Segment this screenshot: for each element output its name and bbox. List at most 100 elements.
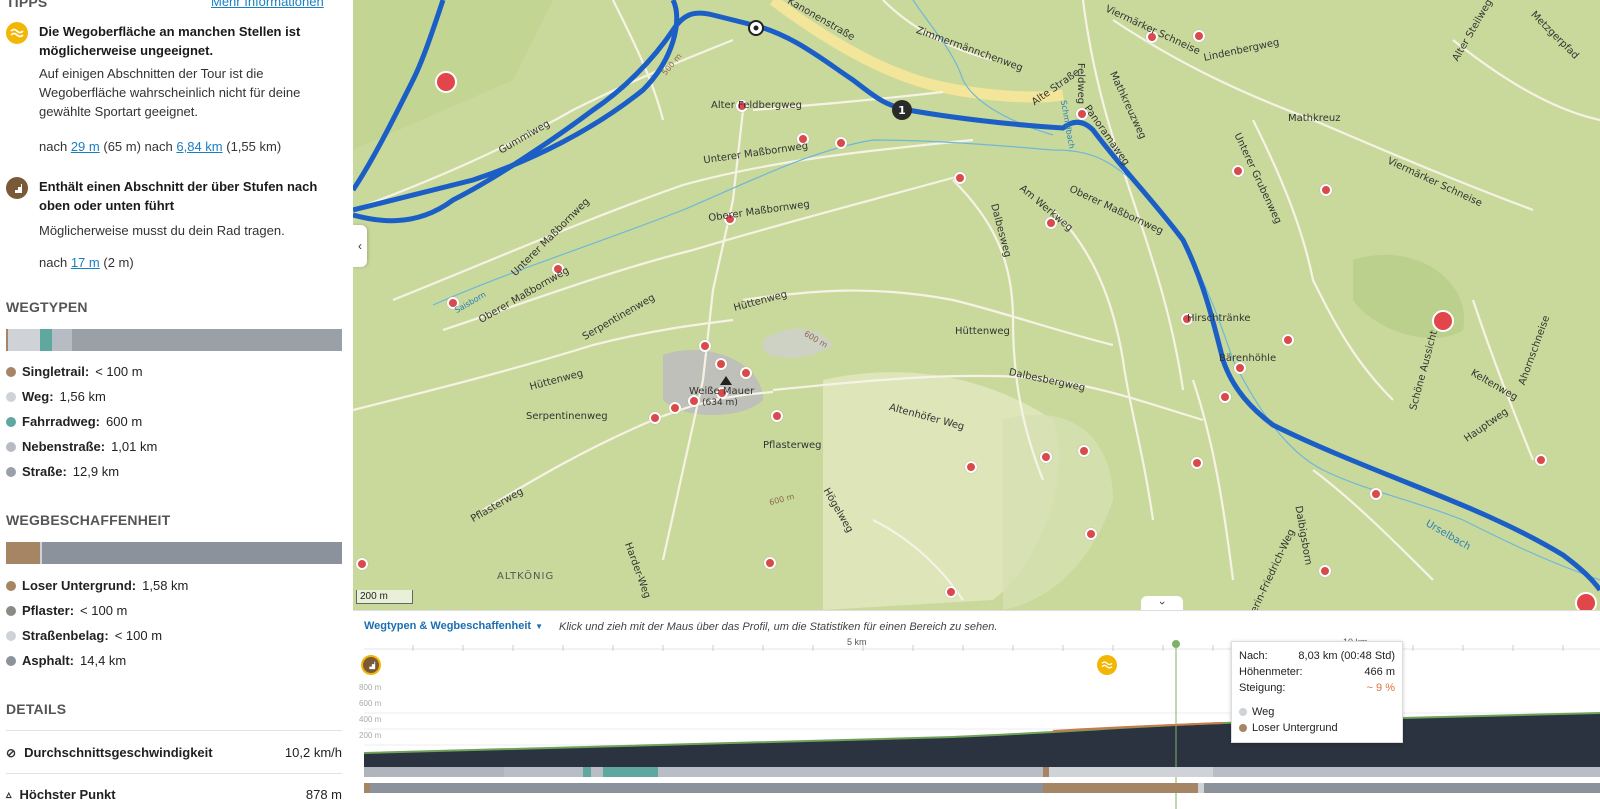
wegbeschaffenheit-bar — [6, 542, 342, 564]
surface-value: < 100 m — [114, 628, 163, 643]
surface-loser-untergrund: Loser Untergrund: 1,58 km — [6, 578, 188, 593]
map-canvas[interactable]: 1 — [353, 0, 1600, 610]
poi-marker[interactable] — [1370, 488, 1382, 500]
profile-tooltip: Nach: 8,03 km (00:48 Std) Höhenmeter: 466 … — [1231, 641, 1403, 743]
tip1-locations: nach 29 m (65 m) nach 6,84 km (1,55 km) — [39, 137, 281, 156]
poi-marker[interactable] — [715, 358, 727, 370]
wegtyp-dot — [6, 391, 16, 402]
wegtyp-value: < 100 m — [95, 364, 143, 379]
map-label: Bärenhöhle — [1219, 353, 1277, 364]
wegbeschaffenheit-bar-loser — [6, 542, 40, 564]
sidebar: TIPPS Mehr Informationen Die Wegoberfläc… — [0, 0, 353, 808]
wegtyp-label: Fahrradweg: — [22, 414, 101, 429]
surface-warning-marker-icon[interactable] — [1097, 655, 1117, 675]
poi-marker[interactable] — [1535, 454, 1547, 466]
map-label: Pflasterweg — [763, 440, 822, 451]
poi-marker[interactable] — [1078, 445, 1090, 457]
poi-marker[interactable] — [649, 412, 661, 424]
km-label-5: 5 km — [847, 637, 867, 647]
elevation-profile[interactable]: Wegtypen & Wegbeschaffenheit ▼ Klick und… — [353, 610, 1600, 809]
tip1-after1-link[interactable]: 29 m — [71, 139, 100, 154]
caret-down-icon: ▼ — [535, 621, 543, 631]
high-value: 878 m — [305, 787, 342, 802]
tip1-after2-prefix: nach — [144, 139, 173, 154]
poi-marker[interactable] — [1319, 565, 1331, 577]
poi-marker[interactable] — [965, 461, 977, 473]
poi-marker[interactable] — [1040, 451, 1052, 463]
poi-marker[interactable] — [764, 557, 776, 569]
poi-marker[interactable] — [771, 410, 783, 422]
more-info-link[interactable]: Mehr Informationen — [211, 0, 324, 9]
tip1-after2-link[interactable]: 6,84 km — [176, 139, 222, 154]
poi-marker[interactable] — [1282, 334, 1294, 346]
details-header: DETAILS — [6, 701, 67, 717]
wegtyp-fahrradweg: Fahrradweg: 600 m — [6, 414, 142, 429]
surface-label: Pflaster: — [22, 603, 75, 618]
collapse-profile-button[interactable]: › — [1141, 596, 1183, 610]
tooltip-legend-loser: Loser Untergrund — [1239, 720, 1395, 736]
surface-value: < 100 m — [80, 603, 128, 618]
divider — [6, 773, 342, 774]
wegbeschaffenheit-bar-strassenbelag — [40, 542, 42, 564]
surface-dot — [6, 605, 16, 616]
speed-icon: ⊘ — [6, 745, 17, 760]
tooltip-legend-weg: Weg — [1239, 704, 1395, 720]
poi-marker[interactable] — [835, 137, 847, 149]
tip2-locations: nach 17 m (2 m) — [39, 253, 134, 272]
map-label: Alter Feldbergweg — [711, 100, 802, 111]
wegbeschaffenheit-header: WEGBESCHAFFENHEIT — [6, 512, 171, 528]
tip2-after-link[interactable]: 17 m — [71, 255, 100, 270]
wegtypen-bar — [6, 329, 342, 351]
wegtyp-label: Singletrail: — [22, 364, 90, 379]
tooltip-legend-label: Loser Untergrund — [1252, 722, 1338, 734]
poi-marker[interactable] — [740, 367, 752, 379]
poi-marker[interactable] — [1219, 391, 1231, 403]
tip2-text: Möglicherweise musst du dein Rad tragen. — [39, 223, 285, 238]
poi-marker[interactable] — [1193, 30, 1205, 42]
tooltip-row-distance: Nach: 8,03 km (00:48 Std) — [1239, 648, 1395, 664]
map[interactable]: 1 Kanonenstraße Zimmermännchenweg Alter … — [353, 0, 1600, 610]
tip1-after1-prefix: nach — [39, 139, 68, 154]
poi-marker[interactable] — [1320, 184, 1332, 196]
wegtyp-value: 600 m — [106, 414, 143, 429]
poi-marker[interactable] — [699, 340, 711, 352]
wegtyp-strasse: Straße: 12,9 km — [6, 464, 119, 479]
collapse-sidebar-button[interactable]: ‹ — [353, 225, 367, 267]
wegtyp-dot — [6, 466, 16, 477]
poi-marker[interactable] — [1085, 528, 1097, 540]
peak-icon: ▵ — [6, 789, 12, 801]
legend-dot — [1239, 724, 1247, 732]
profile-chart[interactable] — [353, 639, 1600, 809]
stairs-marker-icon[interactable] — [361, 655, 381, 675]
tip2-title: Enthält einen Abschnitt der über Stufen … — [39, 179, 318, 213]
wegtypen-bar-fahrradweg — [40, 329, 52, 351]
wegtyp-nebenstrasse: Nebenstraße: 1,01 km — [6, 439, 157, 454]
altkoenig-label: ALTKÖNIG — [497, 571, 555, 582]
poi-marker[interactable] — [945, 586, 957, 598]
poi-marker[interactable] — [954, 172, 966, 184]
wegtypen-bar-nebenstrasse — [52, 329, 72, 351]
surface-value: 1,58 km — [142, 578, 189, 593]
tips-header: TIPPS — [6, 0, 48, 10]
poi-marker[interactable] — [356, 558, 368, 570]
poi-marker[interactable] — [669, 402, 681, 414]
poi-marker[interactable] — [1232, 165, 1244, 177]
tip1-title: Die Wegoberfläche an manchen Stellen ist… — [39, 24, 301, 58]
map-label: Hirschtränke — [1187, 313, 1251, 324]
tooltip-value: 466 m — [1364, 666, 1395, 678]
y-label-200: 200 m — [359, 731, 382, 740]
surface-pflaster: Pflaster: < 100 m — [6, 603, 127, 618]
weisse-mauer-elevation: (634 m) — [702, 398, 738, 408]
poi-marker[interactable] — [1191, 457, 1203, 469]
surface-label: Asphalt: — [22, 653, 74, 668]
profile-dropdown[interactable]: Wegtypen & Wegbeschaffenheit ▼ — [364, 620, 543, 632]
wegtyp-value: 1,56 km — [59, 389, 106, 404]
wegtyp-dot — [6, 366, 16, 377]
profile-hint: Klick und zieh mit der Maus über das Pro… — [559, 621, 998, 633]
wegtypen-bar-weg — [8, 329, 40, 351]
wegtyp-dot — [6, 416, 16, 427]
surface-label: Straßenbelag: — [22, 628, 109, 643]
wegtyp-value: 12,9 km — [72, 464, 120, 479]
tooltip-legend-label: Weg — [1252, 706, 1275, 718]
surface-warning-icon — [6, 22, 28, 44]
